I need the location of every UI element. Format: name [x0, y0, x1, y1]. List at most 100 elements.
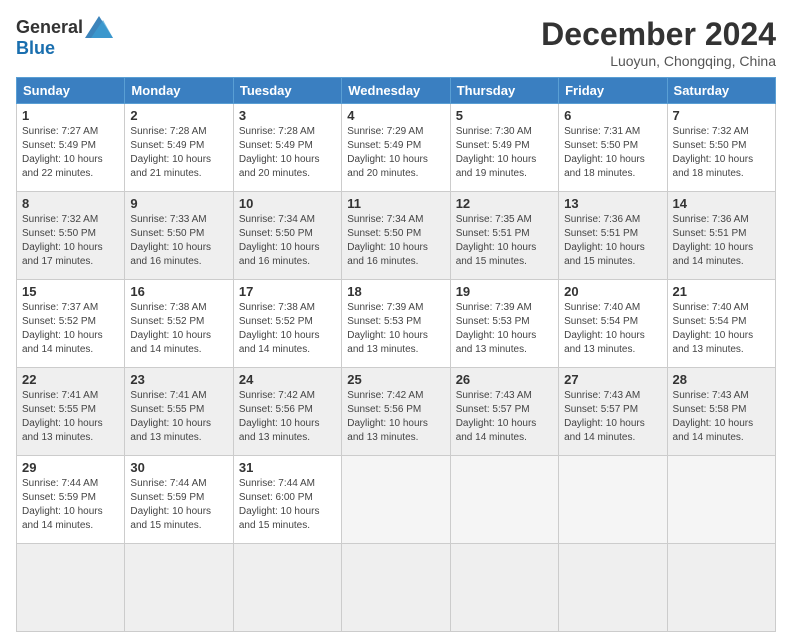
calendar-row: 8 Sunrise: 7:32 AMSunset: 5:50 PMDaylight…	[17, 192, 776, 280]
day-number: 11	[347, 196, 444, 211]
day-info: Sunrise: 7:38 AMSunset: 5:52 PMDaylight:…	[239, 301, 336, 357]
table-row: 7Sunrise: 7:32 AMSunset: 5:50 PMDaylight…	[667, 104, 775, 192]
day-info: Sunrise: 7:38 AMSunset: 5:52 PMDaylight:…	[130, 301, 227, 357]
title-section: December 2024 Luoyun, Chongqing, China	[541, 16, 776, 69]
calendar-table: Sunday Monday Tuesday Wednesday Thursday…	[16, 77, 776, 632]
table-row: 4 Sunrise: 7:29 AMSunset: 5:49 PMDaylight…	[342, 104, 450, 192]
header-monday: Monday	[125, 78, 233, 104]
table-row: 12 Sunrise: 7:35 AMSunset: 5:51 PMDayligh…	[450, 192, 558, 280]
table-row: 6 Sunrise: 7:31 AMSunset: 5:50 PMDaylight…	[559, 104, 667, 192]
day-number: 13	[564, 196, 661, 211]
day-info: Sunrise: 7:44 AMSunset: 5:59 PMDaylight:…	[22, 477, 119, 533]
day-info: Sunrise: 7:42 AMSunset: 5:56 PMDaylight:…	[239, 389, 336, 445]
day-info: Sunrise: 7:28 AMSunset: 5:49 PMDaylight:…	[130, 125, 227, 181]
header-wednesday: Wednesday	[342, 78, 450, 104]
day-number: 14	[673, 196, 770, 211]
logo-icon	[85, 16, 113, 38]
day-number: 21	[673, 284, 770, 299]
header-friday: Friday	[559, 78, 667, 104]
day-number: 18	[347, 284, 444, 299]
day-info: Sunrise: 7:29 AMSunset: 5:49 PMDaylight:…	[347, 125, 444, 181]
calendar-row: 1Sunrise: 7:27 AMSunset: 5:49 PMDaylight…	[17, 104, 776, 192]
table-row: 31Sunrise: 7:44 AMSunset: 6:00 PMDayligh…	[233, 456, 341, 544]
day-number: 4	[347, 108, 444, 123]
header-tuesday: Tuesday	[233, 78, 341, 104]
day-number: 12	[456, 196, 553, 211]
page-container: General Blue December 2024 Luoyun, Chong…	[0, 0, 792, 612]
day-number: 27	[564, 372, 661, 387]
table-row	[17, 544, 125, 632]
table-row	[667, 544, 775, 632]
day-number: 9	[130, 196, 227, 211]
day-info: Sunrise: 7:27 AMSunset: 5:49 PMDaylight:…	[22, 125, 119, 181]
table-row: 25Sunrise: 7:42 AMSunset: 5:56 PMDayligh…	[342, 368, 450, 456]
day-number: 15	[22, 284, 119, 299]
day-info: Sunrise: 7:32 AMSunset: 5:50 PMDaylight:…	[22, 213, 119, 269]
header-sunday: Sunday	[17, 78, 125, 104]
day-info: Sunrise: 7:28 AMSunset: 5:49 PMDaylight:…	[239, 125, 336, 181]
day-info: Sunrise: 7:39 AMSunset: 5:53 PMDaylight:…	[347, 301, 444, 357]
day-info: Sunrise: 7:31 AMSunset: 5:50 PMDaylight:…	[564, 125, 661, 181]
day-info: Sunrise: 7:34 AMSunset: 5:50 PMDaylight:…	[347, 213, 444, 269]
day-number: 28	[673, 372, 770, 387]
day-info: Sunrise: 7:35 AMSunset: 5:51 PMDaylight:…	[456, 213, 553, 269]
day-info: Sunrise: 7:30 AMSunset: 5:49 PMDaylight:…	[456, 125, 553, 181]
day-info: Sunrise: 7:40 AMSunset: 5:54 PMDaylight:…	[564, 301, 661, 357]
table-row: 11 Sunrise: 7:34 AMSunset: 5:50 PMDayligh…	[342, 192, 450, 280]
day-number: 22	[22, 372, 119, 387]
day-number: 6	[564, 108, 661, 123]
table-row: 30 Sunrise: 7:44 AMSunset: 5:59 PMDayligh…	[125, 456, 233, 544]
calendar-row	[17, 544, 776, 632]
weekday-header-row: Sunday Monday Tuesday Wednesday Thursday…	[17, 78, 776, 104]
table-row: 8 Sunrise: 7:32 AMSunset: 5:50 PMDaylight…	[17, 192, 125, 280]
day-number: 2	[130, 108, 227, 123]
table-row: 18 Sunrise: 7:39 AMSunset: 5:53 PMDayligh…	[342, 280, 450, 368]
table-row: 26Sunrise: 7:43 AMSunset: 5:57 PMDayligh…	[450, 368, 558, 456]
day-info: Sunrise: 7:34 AMSunset: 5:50 PMDaylight:…	[239, 213, 336, 269]
table-row: 9 Sunrise: 7:33 AMSunset: 5:50 PMDaylight…	[125, 192, 233, 280]
day-info: Sunrise: 7:37 AMSunset: 5:52 PMDaylight:…	[22, 301, 119, 357]
location-text: Luoyun, Chongqing, China	[541, 53, 776, 69]
day-info: Sunrise: 7:44 AMSunset: 5:59 PMDaylight:…	[130, 477, 227, 533]
day-number: 25	[347, 372, 444, 387]
day-info: Sunrise: 7:40 AMSunset: 5:54 PMDaylight:…	[673, 301, 770, 357]
day-number: 20	[564, 284, 661, 299]
calendar-row: 29Sunrise: 7:44 AMSunset: 5:59 PMDayligh…	[17, 456, 776, 544]
day-info: Sunrise: 7:36 AMSunset: 5:51 PMDaylight:…	[564, 213, 661, 269]
logo-blue-text: Blue	[16, 38, 55, 59]
day-info: Sunrise: 7:33 AMSunset: 5:50 PMDaylight:…	[130, 213, 227, 269]
day-info: Sunrise: 7:32 AMSunset: 5:50 PMDaylight:…	[673, 125, 770, 181]
table-row: 27 Sunrise: 7:43 AMSunset: 5:57 PMDayligh…	[559, 368, 667, 456]
table-row	[342, 544, 450, 632]
day-info: Sunrise: 7:41 AMSunset: 5:55 PMDaylight:…	[130, 389, 227, 445]
table-row: 29Sunrise: 7:44 AMSunset: 5:59 PMDayligh…	[17, 456, 125, 544]
table-row	[233, 544, 341, 632]
day-number: 19	[456, 284, 553, 299]
table-row: 13 Sunrise: 7:36 AMSunset: 5:51 PMDayligh…	[559, 192, 667, 280]
month-title: December 2024	[541, 16, 776, 53]
table-row: 20 Sunrise: 7:40 AMSunset: 5:54 PMDayligh…	[559, 280, 667, 368]
day-number: 26	[456, 372, 553, 387]
day-info: Sunrise: 7:43 AMSunset: 5:58 PMDaylight:…	[673, 389, 770, 445]
day-number: 10	[239, 196, 336, 211]
table-row	[559, 544, 667, 632]
day-info: Sunrise: 7:41 AMSunset: 5:55 PMDaylight:…	[22, 389, 119, 445]
day-info: Sunrise: 7:43 AMSunset: 5:57 PMDaylight:…	[564, 389, 661, 445]
table-row: 16Sunrise: 7:38 AMSunset: 5:52 PMDayligh…	[125, 280, 233, 368]
table-row: 24Sunrise: 7:42 AMSunset: 5:56 PMDayligh…	[233, 368, 341, 456]
table-row	[450, 456, 558, 544]
table-row	[125, 544, 233, 632]
logo-general-text: General	[16, 17, 83, 38]
table-row: 19Sunrise: 7:39 AMSunset: 5:53 PMDayligh…	[450, 280, 558, 368]
logo: General Blue	[16, 16, 113, 59]
table-row	[667, 456, 775, 544]
table-row: 5 Sunrise: 7:30 AMSunset: 5:49 PMDaylight…	[450, 104, 558, 192]
day-number: 8	[22, 196, 119, 211]
table-row	[342, 456, 450, 544]
day-number: 17	[239, 284, 336, 299]
header-thursday: Thursday	[450, 78, 558, 104]
day-number: 30	[130, 460, 227, 475]
day-number: 3	[239, 108, 336, 123]
calendar-row: 22 Sunrise: 7:41 AMSunset: 5:55 PMDayligh…	[17, 368, 776, 456]
day-number: 5	[456, 108, 553, 123]
